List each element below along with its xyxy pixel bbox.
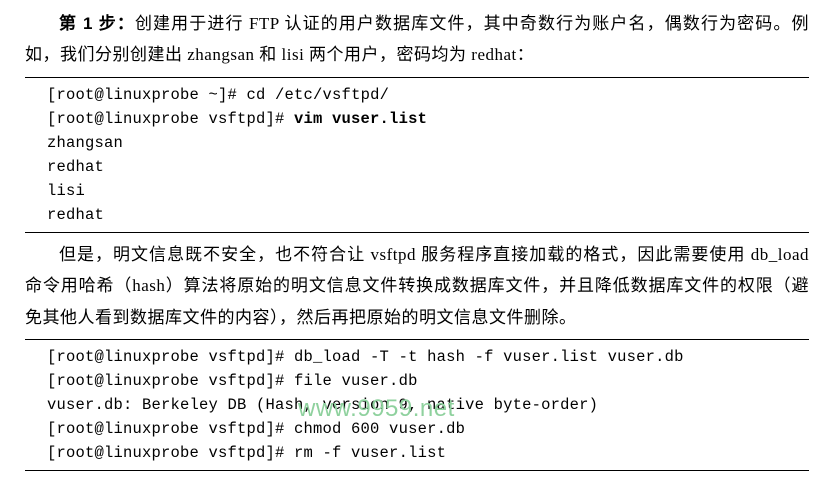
paragraph-step1: 第 1 步：创建用于进行 FTP 认证的用户数据库文件，其中奇数行为账户名，偶数… (25, 8, 809, 71)
command: zhangsan (47, 134, 123, 152)
code-block-2: [root@linuxprobe vsftpd]# db_load -T -t … (25, 339, 809, 471)
code-line: lisi (47, 179, 809, 203)
command: vuser.db: Berkeley DB (Hash, version 9, … (47, 396, 598, 414)
command: rm -f vuser.list (294, 444, 446, 462)
code-line: zhangsan (47, 131, 809, 155)
step-label: 第 1 步： (59, 14, 135, 33)
code-line: redhat (47, 155, 809, 179)
code-line: redhat (47, 203, 809, 227)
prompt: [root@linuxprobe ~]# (47, 86, 247, 104)
code-line: vuser.db: Berkeley DB (Hash, version 9, … (47, 393, 809, 417)
prompt: [root@linuxprobe vsftpd]# (47, 444, 294, 462)
code-line: [root@linuxprobe vsftpd]# vim vuser.list (47, 107, 809, 131)
prompt: [root@linuxprobe vsftpd]# (47, 420, 294, 438)
paragraph-2: 但是，明文信息既不安全，也不符合让 vsftpd 服务程序直接加载的格式，因此需… (25, 239, 809, 333)
command: file vuser.db (294, 372, 418, 390)
code-line: [root@linuxprobe ~]# cd /etc/vsftpd/ (47, 83, 809, 107)
code-block-1: [root@linuxprobe ~]# cd /etc/vsftpd/[roo… (25, 77, 809, 233)
para2-text: 但是，明文信息既不安全，也不符合让 vsftpd 服务程序直接加载的格式，因此需… (25, 245, 809, 327)
command: cd /etc/vsftpd/ (247, 86, 390, 104)
step1-text: 创建用于进行 FTP 认证的用户数据库文件，其中奇数行为账户名，偶数行为密码。例… (25, 14, 809, 64)
command: lisi (47, 182, 85, 200)
code-line: [root@linuxprobe vsftpd]# chmod 600 vuse… (47, 417, 809, 441)
command: vim vuser.list (294, 110, 427, 128)
prompt: [root@linuxprobe vsftpd]# (47, 348, 294, 366)
prompt: [root@linuxprobe vsftpd]# (47, 110, 294, 128)
command: chmod 600 vuser.db (294, 420, 465, 438)
command: redhat (47, 158, 104, 176)
prompt: [root@linuxprobe vsftpd]# (47, 372, 294, 390)
code-line: [root@linuxprobe vsftpd]# rm -f vuser.li… (47, 441, 809, 465)
command: db_load -T -t hash -f vuser.list vuser.d… (294, 348, 684, 366)
command: redhat (47, 206, 104, 224)
code-line: [root@linuxprobe vsftpd]# db_load -T -t … (47, 345, 809, 369)
code-line: [root@linuxprobe vsftpd]# file vuser.db (47, 369, 809, 393)
